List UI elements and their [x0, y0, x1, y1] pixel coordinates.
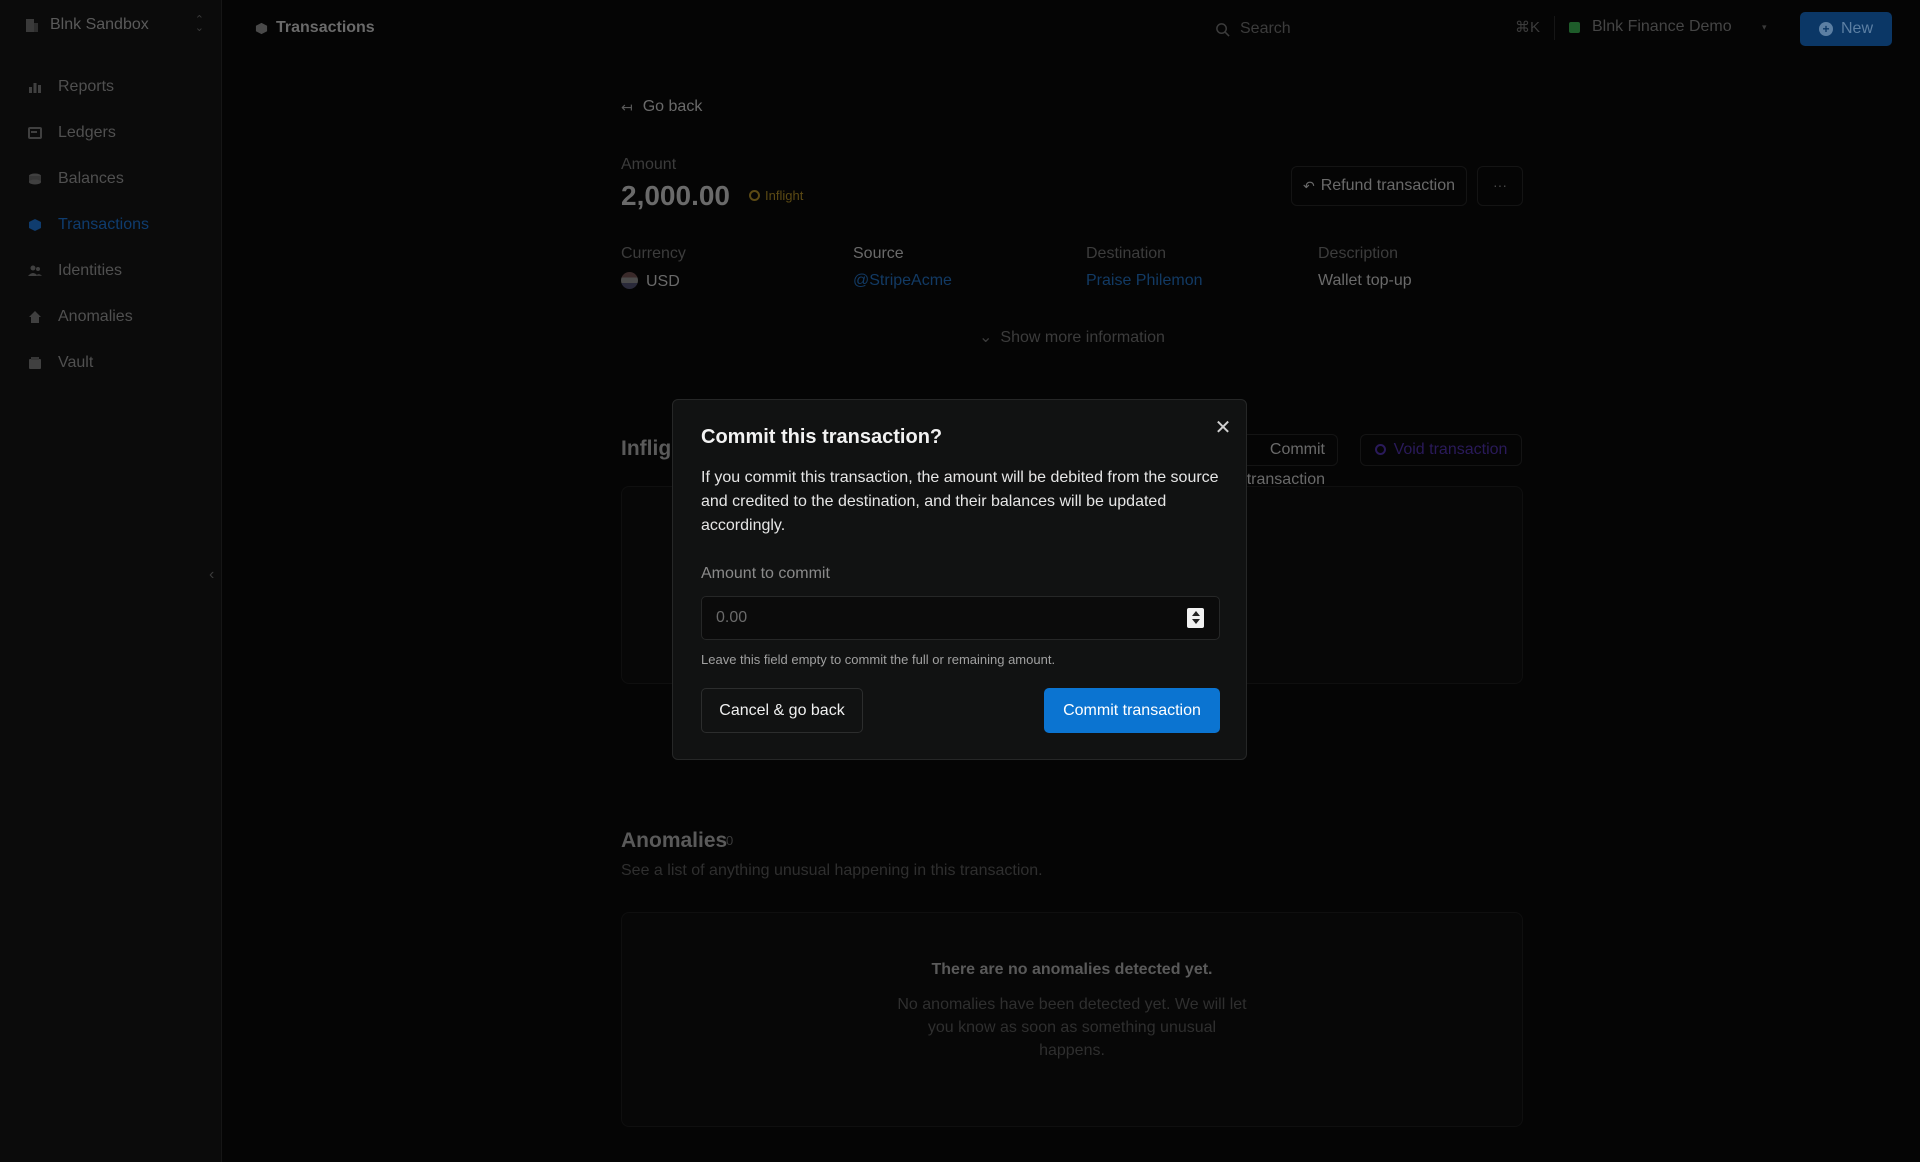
currency-text: USD	[646, 273, 680, 290]
void-icon	[1374, 444, 1386, 455]
inflight-icon	[749, 190, 760, 201]
refund-label: Refund transaction	[1320, 177, 1456, 194]
close-icon[interactable]: ✕	[1213, 418, 1233, 438]
show-more-toggle[interactable]: ⌄ Show more information	[979, 327, 1165, 347]
dialog-description: If you commit this transaction, the amou…	[701, 469, 1219, 534]
cancel-button[interactable]: Cancel & go back	[701, 688, 863, 733]
void-transaction-button[interactable]: Void transaction	[1360, 434, 1522, 466]
amount-field-wrapper	[701, 596, 1220, 640]
description-label: Description	[1318, 245, 1399, 262]
go-back-label: Go back	[642, 98, 703, 115]
anomalies-section-title: Anomalies	[621, 829, 728, 852]
destination-label: Destination	[1086, 245, 1167, 262]
chevron-down-icon: ⌄	[979, 329, 993, 346]
currency-label: Currency	[621, 245, 686, 262]
refund-button[interactable]: ↶ Refund transaction	[1291, 166, 1467, 206]
us-flag-icon	[621, 272, 638, 289]
status-label: Inflight	[765, 188, 804, 203]
amount-help-text: Leave this field empty to commit the ful…	[701, 652, 1056, 667]
description-value: Wallet top-up	[1318, 272, 1412, 289]
amount-to-commit-label: Amount to commit	[701, 565, 830, 582]
void-label: Void transaction	[1393, 441, 1508, 458]
source-link[interactable]: @StripeAcme	[853, 272, 952, 290]
currency-value: USD	[621, 272, 680, 291]
show-more-label: Show more information	[1000, 329, 1165, 346]
commit-dialog: Commit this transaction? ✕ If you commit…	[672, 399, 1247, 760]
anomalies-subtitle: See a list of anything unusual happening…	[621, 862, 1043, 879]
amount-value: 2,000.00	[621, 180, 730, 211]
status-badge: Inflight	[749, 188, 803, 203]
number-stepper-icon[interactable]	[1187, 608, 1204, 628]
dialog-title: Commit this transaction?	[701, 426, 943, 448]
destination-link[interactable]: Praise Philemon	[1086, 272, 1203, 290]
source-label: Source	[853, 245, 904, 262]
more-options-button[interactable]: ···	[1477, 166, 1523, 206]
go-back-link[interactable]: ↤ Go back	[621, 98, 702, 116]
empty-state-title: There are no anomalies detected yet.	[931, 961, 1213, 978]
empty-state-description: No anomalies have been detected yet. We …	[897, 996, 1247, 1059]
commit-transaction-confirm-button[interactable]: Commit transaction	[1044, 688, 1220, 733]
anomalies-count: 0	[726, 833, 734, 848]
amount-label: Amount	[621, 156, 677, 173]
arrow-left-icon: ↤	[621, 98, 633, 115]
amount-to-commit-input[interactable]	[702, 597, 1182, 639]
undo-icon: ↶	[1302, 177, 1315, 194]
